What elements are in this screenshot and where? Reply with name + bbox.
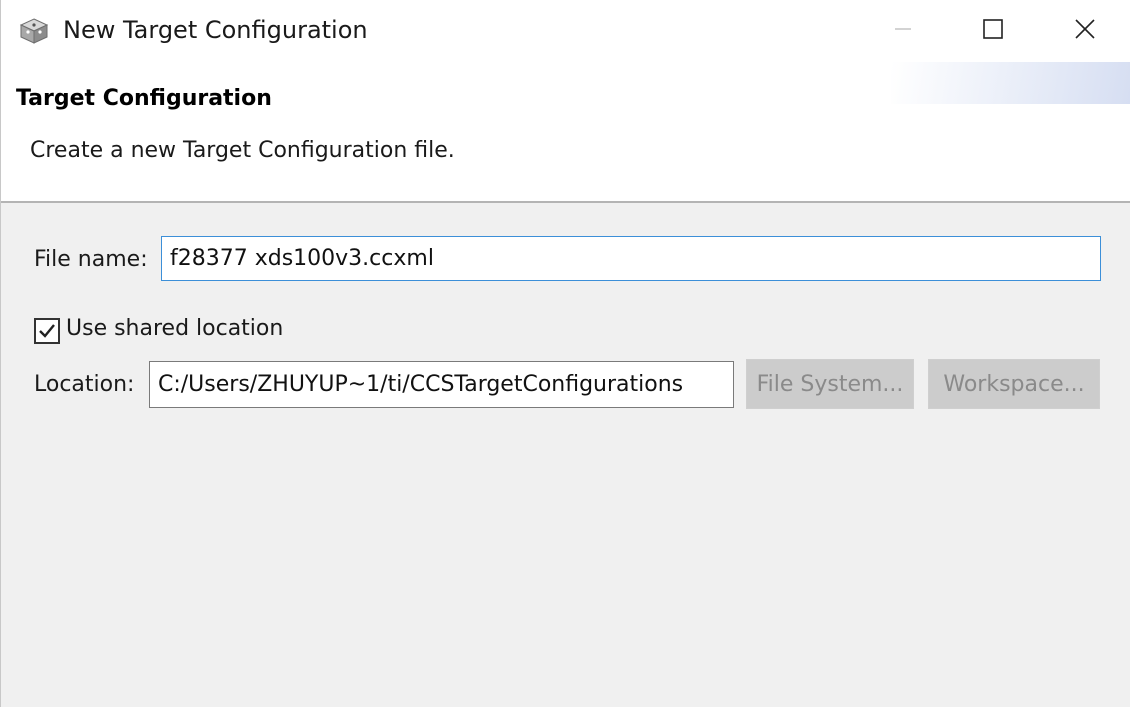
file-name-label: File name: — [34, 247, 148, 272]
file-name-input[interactable]: f28377 xds100v3.ccxml — [161, 236, 1101, 281]
use-shared-location-checkbox[interactable] — [34, 318, 60, 344]
window-title: New Target Configuration — [63, 16, 368, 44]
minimize-button[interactable] — [863, 0, 943, 62]
page-description: Create a new Target Configuration file. — [30, 138, 455, 163]
title-bar[interactable]: New Target Configuration — [1, 0, 1130, 62]
page-title: Target Configuration — [16, 86, 272, 111]
workspace-button[interactable]: Workspace... — [928, 359, 1100, 409]
dialog-window: New Target Configuration Target Configur… — [0, 0, 1130, 707]
location-label: Location: — [34, 372, 135, 397]
close-button[interactable] — [1045, 0, 1125, 62]
maximize-button[interactable] — [953, 0, 1033, 62]
app-cube-icon — [19, 17, 49, 45]
minimize-icon — [893, 19, 913, 43]
use-shared-location-label[interactable]: Use shared location — [66, 316, 283, 341]
wizard-header: Target Configuration Create a new Target… — [1, 62, 1130, 202]
form-area: File name: f28377 xds100v3.ccxml Use sha… — [1, 203, 1130, 707]
maximize-icon — [982, 18, 1004, 44]
location-input[interactable]: C:/Users/ZHUYUP~1/ti/CCSTargetConfigurat… — [149, 361, 734, 408]
checkmark-icon — [36, 320, 58, 342]
close-icon — [1074, 18, 1096, 44]
header-graphic — [891, 62, 1130, 104]
file-system-button[interactable]: File System... — [746, 359, 914, 409]
